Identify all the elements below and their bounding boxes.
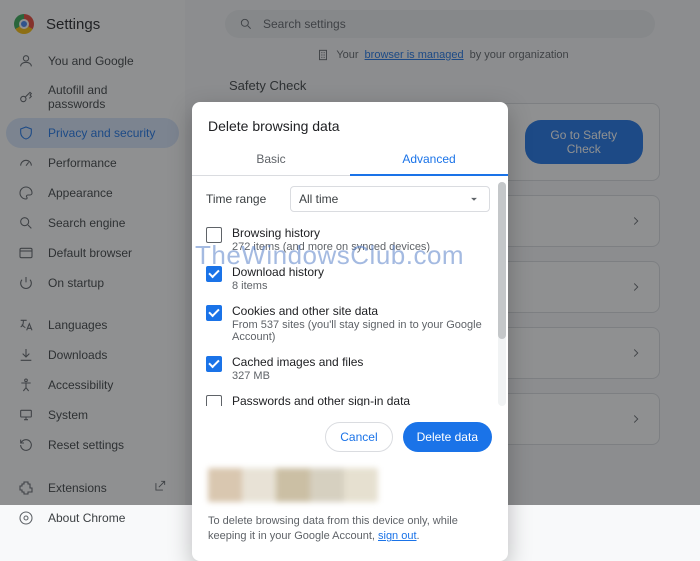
dialog-scroll-area[interactable]: Time range All time Browsing history272 …	[204, 186, 504, 406]
data-type-option[interactable]: Passwords and other sign-in data10 passw…	[204, 388, 490, 406]
option-subtitle: From 537 sites (you'll stay signed in to…	[232, 319, 488, 343]
profile-preview	[192, 462, 508, 506]
chrome-icon	[18, 510, 34, 526]
dialog-tabs: Basic Advanced	[192, 144, 508, 176]
sidebar-item-about[interactable]: About Chrome	[6, 503, 179, 533]
option-subtitle: 327 MB	[232, 370, 363, 382]
data-type-option[interactable]: Cookies and other site dataFrom 537 site…	[204, 298, 490, 349]
dialog-body: Time range All time Browsing history272 …	[192, 176, 508, 412]
cancel-button[interactable]: Cancel	[325, 422, 392, 452]
option-title: Browsing history	[232, 226, 430, 240]
dialog-title: Delete browsing data	[192, 102, 508, 144]
option-subtitle: 8 items	[232, 280, 324, 292]
tab-basic[interactable]: Basic	[192, 144, 350, 176]
footnote-prefix: To delete browsing data from this device…	[208, 515, 458, 542]
data-type-option[interactable]: Download history8 items	[204, 259, 490, 298]
dialog-actions: Cancel Delete data	[192, 412, 508, 462]
option-title: Passwords and other sign-in data	[232, 394, 488, 406]
option-title: Cookies and other site data	[232, 304, 488, 318]
time-range-select[interactable]: All time	[290, 186, 490, 212]
option-title: Download history	[232, 265, 324, 279]
sign-out-link[interactable]: sign out	[378, 530, 417, 542]
dropdown-arrow-icon	[467, 192, 481, 206]
time-range-label: Time range	[206, 192, 280, 206]
sidebar-item-label: About Chrome	[48, 511, 125, 525]
checkbox[interactable]	[206, 305, 222, 321]
footnote-suffix: .	[417, 530, 420, 542]
checkbox[interactable]	[206, 356, 222, 372]
checkbox[interactable]	[206, 395, 222, 406]
blurred-profile-icon	[208, 468, 378, 502]
delete-data-button[interactable]: Delete data	[403, 422, 492, 452]
option-subtitle: 272 items (and more on synced devices)	[232, 241, 430, 253]
time-range-value: All time	[299, 192, 338, 206]
scrollbar-track[interactable]	[498, 182, 506, 406]
dialog-footnote: To delete browsing data from this device…	[192, 506, 508, 561]
data-type-option[interactable]: Browsing history272 items (and more on s…	[204, 220, 490, 259]
option-title: Cached images and files	[232, 355, 363, 369]
delete-browsing-data-dialog: Delete browsing data Basic Advanced Time…	[192, 102, 508, 561]
scrollbar-thumb[interactable]	[498, 182, 506, 339]
checkbox[interactable]	[206, 266, 222, 282]
checkbox[interactable]	[206, 227, 222, 243]
data-type-option[interactable]: Cached images and files327 MB	[204, 349, 490, 388]
tab-advanced[interactable]: Advanced	[350, 144, 508, 176]
